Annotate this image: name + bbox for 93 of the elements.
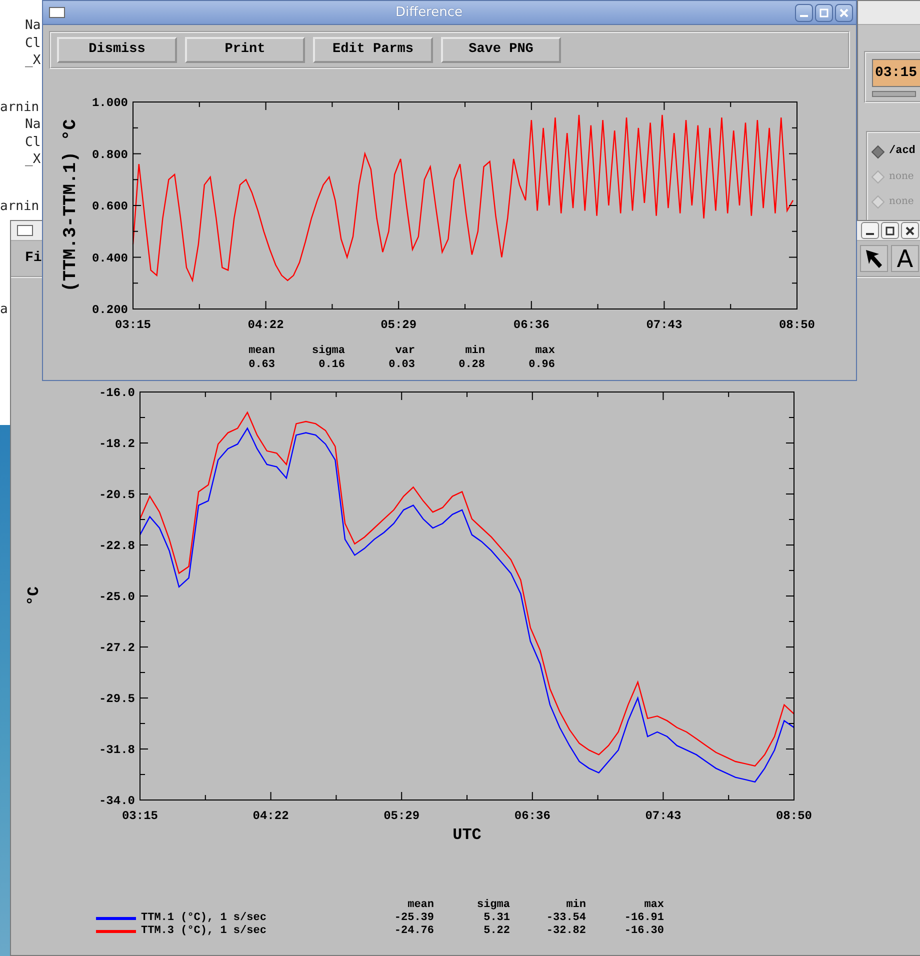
column-header: sigma <box>310 344 345 358</box>
maximize-button[interactable] <box>815 4 833 22</box>
tick-label: 1.000 <box>92 96 128 110</box>
tick-label: -25.0 <box>98 590 135 604</box>
tick-label: -34.0 <box>98 794 135 808</box>
axis-title: UTC <box>452 826 482 841</box>
column-header: max <box>643 899 664 912</box>
tick-label: 0.400 <box>92 251 128 266</box>
tick-label: 05:29 <box>380 318 417 332</box>
stat-value: 0.03 <box>388 358 415 372</box>
minimize-icon <box>800 15 808 17</box>
tick-label: 04:22 <box>248 318 284 332</box>
tick-label: -20.5 <box>98 488 135 502</box>
terminal-line: _X <box>24 151 42 168</box>
column-header: var <box>394 344 415 358</box>
tick-label: 04:22 <box>252 809 289 823</box>
column-header: max <box>534 344 555 358</box>
arrow-pointer-icon <box>864 248 884 270</box>
terminal-line: a <box>0 301 9 318</box>
maximize-icon <box>819 8 829 18</box>
axis-title: (TTM.3-TTM.1) °C <box>61 119 81 292</box>
column-header: min <box>565 899 586 912</box>
column-header: mean <box>406 899 434 912</box>
close-icon <box>905 226 915 236</box>
radio-button[interactable] <box>871 194 885 208</box>
tick-label: 06:36 <box>514 809 550 823</box>
tick-label: 0.200 <box>92 303 128 317</box>
column-header: sigma <box>476 899 510 912</box>
radio-button[interactable] <box>871 170 885 184</box>
legend-label: TTM.3 (°C), 1 s/sec <box>141 925 266 938</box>
stat-value: 0.63 <box>248 358 275 372</box>
maximize-icon <box>885 226 895 236</box>
legend-label: TTM.1 (°C), 1 s/sec <box>141 912 266 925</box>
stat-value: 0.96 <box>528 358 555 372</box>
tick-label: 03:15 <box>115 318 151 332</box>
tick-label: 05:29 <box>384 809 420 823</box>
window-menu-icon[interactable] <box>49 7 65 18</box>
title-bar <box>858 1 920 25</box>
stat-value: -16.30 <box>623 925 664 938</box>
tick-label: -29.5 <box>98 692 135 706</box>
close-button[interactable] <box>835 4 853 22</box>
terminal-line: Cl <box>24 34 42 52</box>
toolbar-button[interactable]: Save PNG <box>441 37 561 63</box>
tick-label: 0.600 <box>92 200 128 214</box>
close-icon <box>839 8 849 18</box>
stat-value: 0.28 <box>458 358 485 372</box>
terminal-line: Na <box>24 17 42 34</box>
stat-value: -24.76 <box>393 925 434 938</box>
time-field[interactable]: 03:15 <box>872 59 920 87</box>
tick-label: -31.8 <box>98 743 135 757</box>
radio-label: /acd <box>889 144 916 160</box>
tick-label: 07:43 <box>645 809 682 823</box>
tick-label: 03:15 <box>122 809 158 823</box>
close-button[interactable] <box>901 222 919 239</box>
minimize-button[interactable] <box>795 4 813 22</box>
stat-value: -25.39 <box>393 912 434 925</box>
menu-item[interactable]: Fi <box>25 248 42 269</box>
radio-button[interactable] <box>871 144 885 158</box>
maximize-button[interactable] <box>881 222 899 239</box>
window-menu-icon[interactable] <box>17 225 33 236</box>
tick-label: -22.8 <box>98 539 135 553</box>
toolbar-button[interactable]: Print <box>185 37 305 63</box>
stat-value: -33.54 <box>545 912 586 925</box>
terminal-line: Na <box>24 116 42 134</box>
text-tool[interactable]: A <box>891 245 919 272</box>
toolbar-button[interactable]: Dismiss <box>57 37 177 63</box>
window-title: Difference <box>394 4 464 22</box>
tick-label: 0.800 <box>92 148 128 162</box>
column-header: mean <box>248 344 275 358</box>
radio-label: none <box>889 170 914 184</box>
toolbar-button[interactable]: Edit Parms <box>313 37 433 63</box>
terminal-line: Cl <box>24 134 42 151</box>
minimize-button[interactable] <box>861 222 879 239</box>
stat-value: 5.22 <box>482 925 510 938</box>
tick-label: 06:36 <box>513 318 550 332</box>
tick-label: 08:50 <box>776 809 812 823</box>
stat-value: 0.16 <box>318 358 345 372</box>
column-header: min <box>464 344 485 358</box>
terminal-line: arnin <box>0 198 40 215</box>
pointer-tool[interactable] <box>860 245 888 272</box>
tick-label: 08:50 <box>779 318 815 332</box>
stat-value: 5.31 <box>482 912 510 925</box>
radio-label: none <box>889 195 914 209</box>
tick-label: 07:43 <box>646 318 682 332</box>
terminal-line: _X <box>24 52 42 70</box>
tick-label: -16.0 <box>98 386 135 400</box>
axis-title: °C <box>25 586 43 606</box>
tick-label: -18.2 <box>98 437 135 451</box>
minimize-icon <box>866 233 874 235</box>
stat-value: -16.91 <box>623 912 664 925</box>
terminal-line: arnin <box>0 98 40 116</box>
stat-value: -32.82 <box>545 925 586 938</box>
tick-label: -27.2 <box>98 641 135 655</box>
